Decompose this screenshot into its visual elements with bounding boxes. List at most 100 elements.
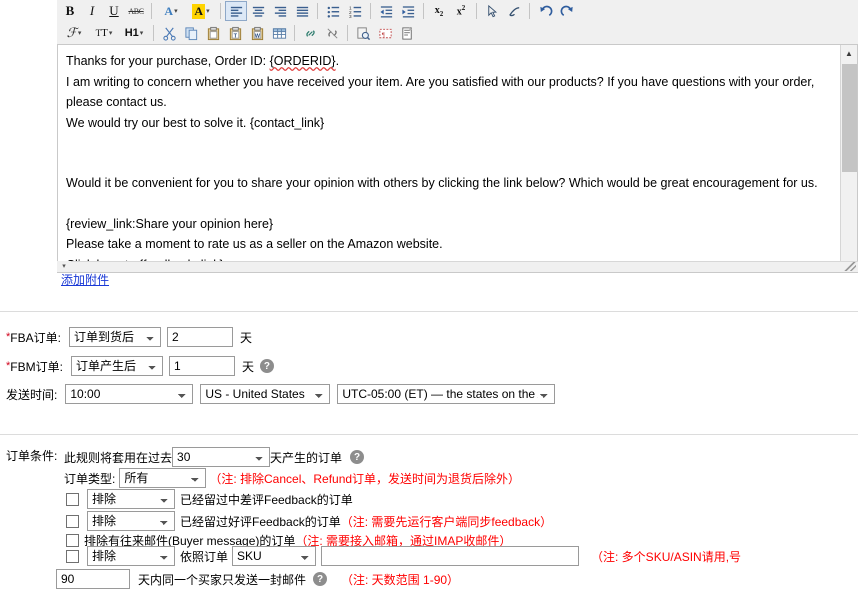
strikethrough-icon[interactable]: ABC	[125, 1, 147, 21]
fbm-trigger-select[interactable]: 订单产生后	[71, 356, 163, 376]
send-time-country-select[interactable]: US - United States	[200, 384, 330, 404]
insert-table-icon[interactable]	[268, 23, 290, 43]
chevron-down-icon[interactable]: ▾	[206, 8, 210, 15]
rule-text-1: 已经留过好评Feedback的订单	[180, 513, 341, 530]
bold-icon[interactable]: B	[59, 1, 81, 21]
align-justify-icon[interactable]	[291, 1, 313, 21]
toolbar-separator	[220, 3, 221, 19]
undo-icon[interactable]	[534, 1, 556, 21]
highlight-color-icon[interactable]: A▾	[186, 1, 216, 21]
sku-rule-field-select[interactable]: SKU	[232, 546, 316, 566]
toolbar-separator	[151, 3, 152, 19]
editor-vertical-scrollbar[interactable]: ▲ ▼	[840, 45, 857, 272]
toolbar-separator	[294, 25, 295, 41]
show-blocks-icon[interactable]: ¶	[374, 23, 396, 43]
frequency-help-icon[interactable]: ?	[313, 572, 327, 586]
send-time-hour-select[interactable]: 10:00	[65, 384, 193, 404]
indent-icon[interactable]	[397, 1, 419, 21]
unlink-icon[interactable]	[321, 23, 343, 43]
toolbar-separator	[153, 25, 154, 41]
bullet-list-icon[interactable]	[322, 1, 344, 21]
scrollbar-thumb[interactable]	[842, 64, 857, 172]
paste-from-word-icon[interactable]: W	[246, 23, 268, 43]
sku-rule-input[interactable]	[321, 546, 579, 566]
spellcheck-token: {ORDERID}	[270, 54, 336, 68]
rule-row-1: 排除 已经留过好评Feedback的订单 （注: 需要先运行客户端同步feedb…	[66, 511, 552, 531]
underline-icon[interactable]: U	[103, 1, 125, 21]
scroll-up-arrow-icon[interactable]: ▲	[841, 45, 857, 62]
fba-order-row: * FBA订单: 订单到货后 天	[6, 327, 252, 347]
send-time-label: 发送时间:	[6, 386, 57, 403]
templates-icon[interactable]	[396, 23, 418, 43]
order-range-row: 此规则将套用在过去 30 天产生的订单 ?	[64, 447, 364, 467]
toolbar-separator	[370, 3, 371, 19]
select-cursor-icon[interactable]	[481, 1, 503, 21]
font-family-icon[interactable]: ℱ▾	[59, 23, 89, 43]
heading-icon[interactable]: H1▾	[119, 23, 149, 43]
copy-icon[interactable]	[180, 23, 202, 43]
fbm-days-unit: 天	[242, 358, 254, 375]
rule-checkbox-0[interactable]	[66, 493, 79, 506]
eraser-icon[interactable]	[503, 1, 525, 21]
subscript-icon[interactable]: x2	[428, 1, 450, 21]
rule-mode-select-0[interactable]: 排除	[87, 489, 175, 509]
font-color-icon[interactable]: A▾	[156, 1, 186, 21]
italic-icon[interactable]: I	[81, 1, 103, 21]
editor-paragraph: We would try our best to solve it. {cont…	[66, 113, 833, 134]
order-type-select[interactable]: 所有	[119, 468, 206, 488]
sku-rule-mode-select[interactable]: 排除	[87, 546, 175, 566]
fba-days-input[interactable]	[167, 327, 233, 347]
editor-paragraph: {review_link:Share your opinion here}	[66, 214, 833, 235]
redo-icon[interactable]	[556, 1, 578, 21]
toolbar-separator	[529, 3, 530, 19]
sku-rule-by-label: 依照订单	[180, 548, 228, 565]
add-attachment-link[interactable]: 添加附件	[61, 271, 109, 288]
superscript-icon[interactable]: x2	[450, 1, 472, 21]
rule-checkbox-1[interactable]	[66, 515, 79, 528]
numbered-list-icon[interactable]: 123	[344, 1, 366, 21]
chevron-down-icon[interactable]: ▾	[140, 30, 144, 37]
order-range-days-select[interactable]: 30	[172, 447, 270, 467]
editor-paragraph: Thanks for your purchase, Order ID: {ORD…	[66, 51, 833, 72]
divider-top	[0, 311, 858, 312]
rule-mode-select-1[interactable]: 排除	[87, 511, 175, 531]
send-time-row: 发送时间: 10:00 US - United States UTC-05:00…	[6, 384, 555, 404]
svg-text:T: T	[233, 33, 237, 39]
fbm-help-icon[interactable]: ?	[260, 359, 274, 373]
rule-text-0: 已经留过中差评Feedback的订单	[180, 491, 353, 508]
editor-resize-bar[interactable]: ▾	[57, 261, 858, 272]
preview-icon[interactable]	[352, 23, 374, 43]
order-conditions-label-row: 订单条件:	[6, 447, 57, 464]
rule-note-1: （注: 需要先运行客户端同步feedback）	[341, 513, 552, 530]
fbm-label: FBM订单:	[10, 358, 63, 375]
order-range-suffix: 天产生的订单	[270, 449, 342, 466]
frequency-days-input[interactable]	[56, 569, 130, 589]
order-type-note: （注: 排除Cancel、Refund订单，发送时间为退货后除外）	[209, 470, 520, 487]
sku-rule-checkbox[interactable]	[66, 550, 79, 563]
fbm-days-input[interactable]	[169, 356, 235, 376]
rich-text-editor: BIUABC A▾A▾ 123 x2x2 ℱ▾TT▾H1▾ T W ¶ Thanks for…	[57, 0, 858, 272]
resize-grip-icon[interactable]	[844, 262, 856, 271]
chevron-down-icon[interactable]: ▾	[78, 30, 82, 37]
paste-icon[interactable]	[202, 23, 224, 43]
order-range-help-icon[interactable]: ?	[350, 450, 364, 464]
chevron-down-icon[interactable]: ▾	[174, 8, 178, 15]
editor-content[interactable]: Thanks for your purchase, Order ID: {ORD…	[66, 51, 833, 273]
cut-icon[interactable]	[158, 23, 180, 43]
align-center-icon[interactable]	[247, 1, 269, 21]
outdent-icon[interactable]	[375, 1, 397, 21]
fba-trigger-select[interactable]: 订单到货后	[69, 327, 161, 347]
divider-bottom	[0, 434, 858, 435]
frequency-text: 天内同一个买家只发送一封邮件	[138, 571, 306, 588]
align-right-icon[interactable]	[269, 1, 291, 21]
paste-as-text-icon[interactable]: T	[224, 23, 246, 43]
editor-body[interactable]: Thanks for your purchase, Order ID: {ORD…	[57, 45, 858, 273]
svg-text:¶: ¶	[381, 31, 384, 38]
chevron-down-icon[interactable]: ▾	[109, 30, 113, 37]
send-time-timezone-select[interactable]: UTC-05:00 (ET) — the states on the Atla	[337, 384, 555, 404]
align-left-icon[interactable]	[225, 1, 247, 21]
insert-link-icon[interactable]	[299, 23, 321, 43]
font-size-icon[interactable]: TT▾	[89, 23, 119, 43]
toolbar-separator	[347, 25, 348, 41]
toolbar-row-formatting: BIUABC A▾A▾ 123 x2x2	[57, 0, 858, 22]
